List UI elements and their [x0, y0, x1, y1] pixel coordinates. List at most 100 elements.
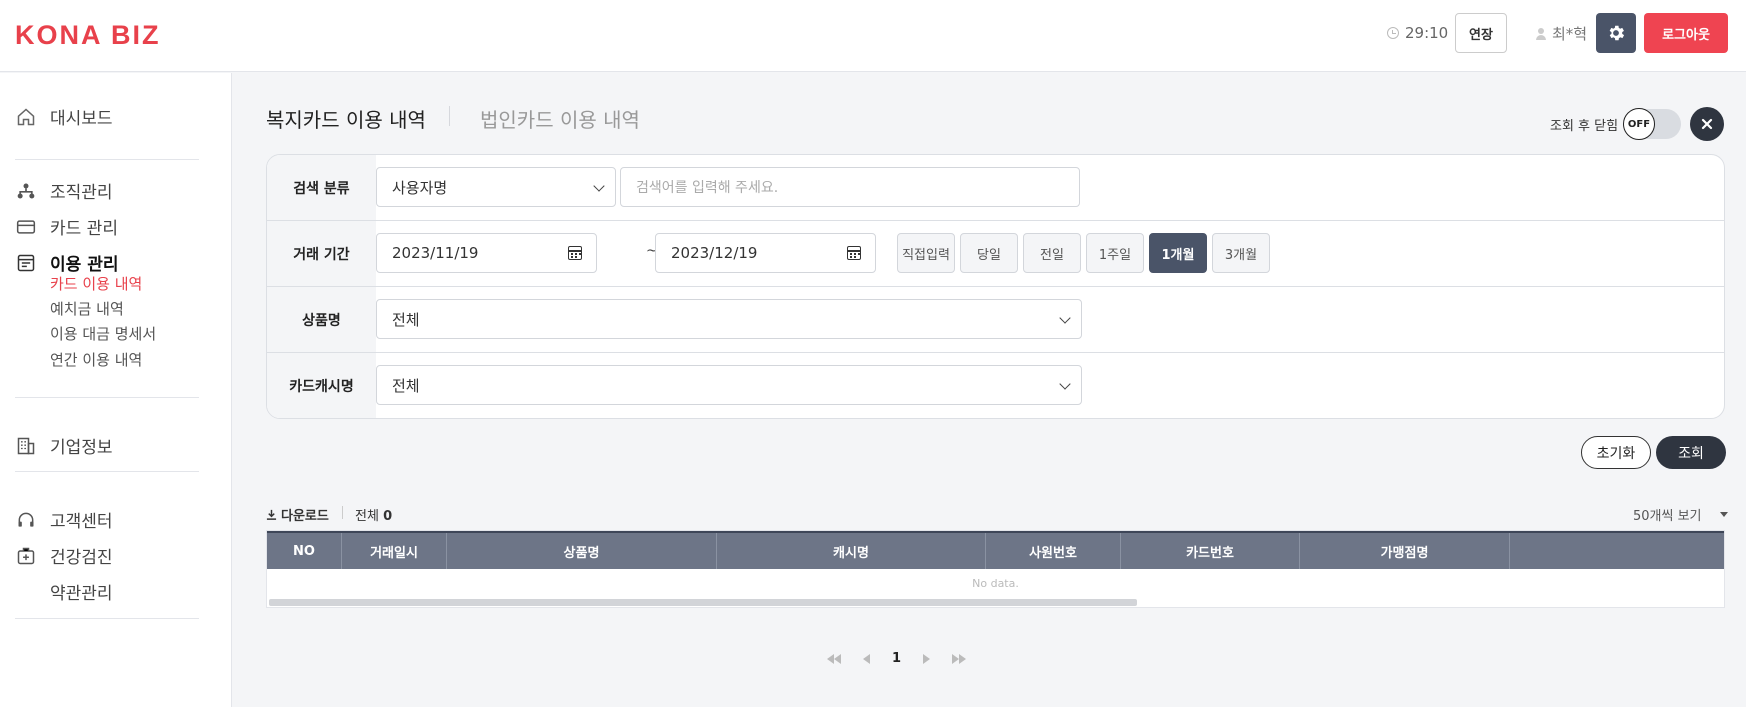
total-value: 0	[383, 509, 393, 524]
logout-button[interactable]: 로그아웃	[1644, 13, 1728, 53]
usage-table: NO 거래일시 상품명 캐시명 사원번호 카드번호 가맹점명 No data.	[266, 530, 1725, 608]
toggle-knob: OFF	[1623, 108, 1655, 140]
empty-state: No data.	[972, 577, 1019, 590]
filter-row-period: 거래 기간 2023/11/19 ~ 2023/12/19 직접입력 당일 전일…	[267, 221, 1724, 287]
horizontal-scrollbar[interactable]	[269, 599, 1137, 606]
column-header[interactable]: 카드번호	[1121, 533, 1300, 569]
sidebar-sub-card-usage[interactable]: 카드 이용 내역	[50, 273, 142, 294]
sidebar-item-label: 이용 관리	[50, 255, 119, 275]
period-button-today[interactable]: 당일	[960, 233, 1018, 273]
table-header: NO 거래일시 상품명 캐시명 사원번호 카드번호 가맹점명	[267, 531, 1724, 569]
date-to-input[interactable]: 2023/12/19	[655, 233, 876, 273]
total-count: 전체 0	[355, 505, 392, 524]
timer-text: 29:10	[1405, 24, 1449, 42]
extend-session-button[interactable]: 연장	[1455, 13, 1507, 53]
date-from-input[interactable]: 2023/11/19	[376, 233, 597, 273]
gear-icon	[1609, 25, 1625, 41]
user-info: 최*혁	[1535, 23, 1587, 44]
sidebar-divider	[15, 159, 199, 160]
sidebar-item-health[interactable]: 건강검진	[15, 543, 113, 568]
prev-page-icon[interactable]	[863, 653, 870, 664]
period-button-3month[interactable]: 3개월	[1212, 233, 1270, 273]
settings-button[interactable]	[1596, 13, 1636, 53]
select-value: 전체	[392, 376, 420, 395]
filter-row-search: 검색 분류 사용자명 검색어를 입력해 주세요.	[267, 155, 1724, 221]
download-label: 다운로드	[281, 509, 329, 524]
medical-kit-icon	[15, 545, 36, 566]
card-cash-select[interactable]: 전체	[376, 365, 1082, 405]
sidebar-item-label: 약관관리	[50, 584, 113, 604]
filter-label: 거래 기간	[267, 221, 376, 286]
sidebar-item-label: 기업정보	[50, 438, 113, 458]
column-header[interactable]: 사원번호	[986, 533, 1121, 569]
search-button[interactable]: 조회	[1656, 436, 1726, 469]
search-type-select[interactable]: 사용자명	[376, 167, 616, 207]
reset-button[interactable]: 초기화	[1581, 436, 1651, 469]
calendar-icon[interactable]	[847, 246, 861, 260]
caret-down-icon	[1719, 512, 1728, 517]
column-header[interactable]: 상품명	[447, 533, 717, 569]
column-header	[1510, 533, 1724, 569]
sidebar-item-terms[interactable]: 약관관리	[15, 579, 113, 604]
main-content: 복지카드 이용 내역 법인카드 이용 내역 조회 후 닫힘 OFF 검색 분류 …	[233, 73, 1746, 707]
home-icon	[15, 106, 36, 127]
headset-icon	[15, 509, 36, 530]
blank-icon	[15, 581, 36, 602]
sidebar-divider	[15, 397, 199, 398]
building-icon	[15, 435, 36, 456]
download-icon	[266, 509, 277, 520]
last-page-icon[interactable]	[952, 653, 967, 664]
chevron-down-icon	[593, 180, 605, 192]
sidebar-item-label: 건강검진	[50, 548, 113, 568]
column-header[interactable]: 캐시명	[717, 533, 986, 569]
tab-divider	[449, 106, 450, 126]
period-button-1month[interactable]: 1개월	[1149, 233, 1207, 273]
sidebar-item-support[interactable]: 고객센터	[15, 507, 113, 532]
select-value: 전체	[392, 310, 420, 329]
sidebar-sub-statement[interactable]: 이용 대금 명세서	[50, 323, 156, 344]
close-button[interactable]	[1690, 107, 1724, 141]
next-page-icon[interactable]	[923, 653, 931, 664]
filter-row-product: 상품명 전체	[267, 287, 1724, 353]
period-button-custom[interactable]: 직접입력	[897, 233, 955, 273]
close-after-search-label: 조회 후 닫힘	[1550, 119, 1619, 134]
period-button-1week[interactable]: 1주일	[1086, 233, 1144, 273]
sidebar-sub-deposit[interactable]: 예치금 내역	[50, 298, 124, 319]
first-page-icon[interactable]	[827, 653, 841, 664]
download-button[interactable]: 다운로드	[266, 505, 329, 524]
per-page-select[interactable]: 50개씩 보기	[1633, 505, 1728, 524]
tab-corporate-card[interactable]: 법인카드 이용 내역	[480, 104, 640, 133]
sidebar-item-card[interactable]: 카드 관리	[15, 214, 118, 239]
calendar-icon[interactable]	[568, 246, 582, 260]
column-header[interactable]: 가맹점명	[1300, 533, 1510, 569]
credit-card-icon	[15, 216, 36, 237]
column-header[interactable]: NO	[267, 533, 342, 569]
tab-welfare-card[interactable]: 복지카드 이용 내역	[266, 104, 426, 133]
clock-icon	[1387, 27, 1399, 39]
close-after-search-toggle[interactable]: OFF	[1623, 108, 1681, 140]
sidebar-item-dashboard[interactable]: 대시보드	[15, 104, 113, 129]
filter-row-cash: 카드캐시명 전체	[267, 353, 1724, 418]
search-filter-panel: 검색 분류 사용자명 검색어를 입력해 주세요. 거래 기간 2023/11/1…	[266, 154, 1725, 419]
page-number[interactable]: 1	[892, 651, 901, 666]
sidebar-item-org[interactable]: 조직관리	[15, 178, 113, 203]
product-select[interactable]: 전체	[376, 299, 1082, 339]
receipt-icon	[15, 252, 36, 273]
sidebar-item-label: 대시보드	[50, 109, 113, 129]
period-button-yesterday[interactable]: 전일	[1023, 233, 1081, 273]
pagination: 1	[827, 651, 967, 666]
total-label: 전체	[355, 509, 379, 524]
date-value: 2023/11/19	[392, 244, 479, 262]
search-keyword-input[interactable]: 검색어를 입력해 주세요.	[620, 167, 1080, 207]
filter-label: 카드캐시명	[267, 353, 376, 418]
per-page-value: 50개씩 보기	[1633, 509, 1702, 524]
input-placeholder: 검색어를 입력해 주세요.	[636, 180, 779, 196]
column-header[interactable]: 거래일시	[342, 533, 447, 569]
sidebar-item-company[interactable]: 기업정보	[15, 433, 113, 458]
sidebar-item-usage[interactable]: 이용 관리	[15, 250, 118, 275]
select-value: 사용자명	[392, 178, 448, 197]
sidebar-sub-annual[interactable]: 연간 이용 내역	[50, 349, 142, 370]
sidebar-item-label: 조직관리	[50, 183, 113, 203]
logo[interactable]: KONA BIZ	[15, 20, 161, 51]
chevron-down-icon	[1059, 312, 1071, 324]
